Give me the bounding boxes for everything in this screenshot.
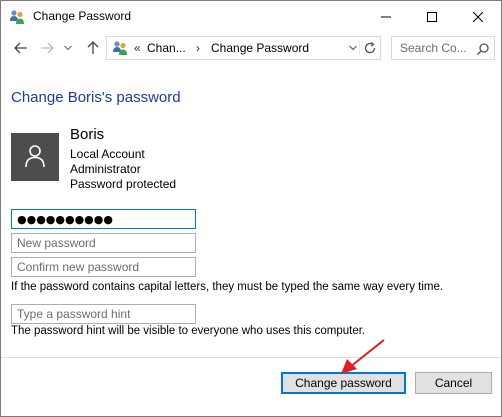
cancel-button[interactable]: Cancel	[415, 372, 492, 394]
current-password-field[interactable]	[11, 209, 196, 229]
change-password-window: Change Password « Chan... › Change Passw…	[0, 0, 502, 417]
minimize-button[interactable]	[363, 1, 409, 32]
confirm-password-field[interactable]	[11, 257, 196, 277]
navigation-bar: « Chan... › Change Password Search Co...	[1, 32, 501, 64]
window-title: Change Password	[33, 9, 132, 23]
chevron-down-icon[interactable]	[346, 41, 360, 55]
user-name: Boris	[70, 126, 105, 143]
refresh-icon[interactable]	[362, 40, 378, 56]
close-button[interactable]	[455, 1, 501, 32]
account-status: Password protected	[70, 177, 177, 191]
breadcrumb-overflow[interactable]: «	[134, 41, 141, 55]
forward-arrow-icon[interactable]	[37, 38, 57, 58]
new-password-field[interactable]	[11, 233, 196, 253]
search-icon[interactable]	[476, 42, 490, 56]
up-arrow-icon[interactable]	[83, 38, 103, 58]
capitals-note: If the password contains capital letters…	[11, 281, 444, 293]
hint-note: The password hint will be visible to eve…	[11, 325, 366, 337]
chevron-down-icon[interactable]	[61, 41, 75, 55]
users-icon	[9, 9, 25, 25]
password-hint-field[interactable]	[11, 304, 196, 324]
annotation-arrow-icon	[341, 339, 385, 374]
page-title: Change Boris's password	[11, 89, 181, 106]
avatar	[11, 133, 59, 181]
breadcrumb-separator[interactable]: ›	[196, 41, 200, 55]
address-bar[interactable]: « Chan... › Change Password	[106, 36, 381, 60]
footer-divider	[1, 357, 501, 358]
maximize-button[interactable]	[409, 1, 455, 32]
breadcrumb-item[interactable]: Chan...	[147, 41, 186, 55]
account-type: Local Account	[70, 147, 145, 161]
breadcrumb-item[interactable]: Change Password	[211, 41, 309, 55]
users-icon	[112, 40, 128, 56]
title-bar: Change Password	[1, 1, 501, 32]
back-arrow-icon[interactable]	[11, 38, 31, 58]
search-box[interactable]: Search Co...	[391, 36, 495, 60]
search-placeholder[interactable]: Search Co...	[400, 41, 467, 55]
account-role: Administrator	[70, 162, 141, 176]
user-silhouette-icon	[24, 144, 46, 171]
